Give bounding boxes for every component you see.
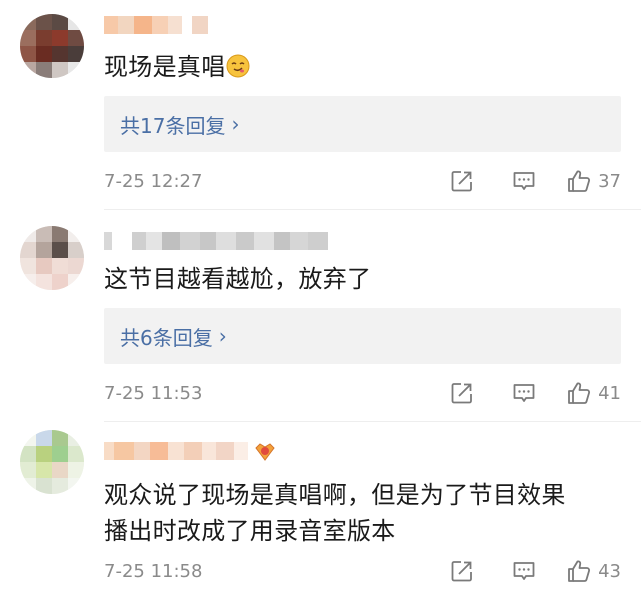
- comment-icon: [513, 384, 535, 402]
- username[interactable]: [104, 16, 208, 34]
- chevron-right-icon: ›: [218, 324, 227, 348]
- comment-item: 现场是真唱 共17条回复 › 7-25 12:27 37: [0, 0, 641, 208]
- smirk-emoji: [226, 54, 249, 78]
- comment-icon: [513, 562, 535, 580]
- comment-text-line-1: 观众说了现场是真唱啊，但是为了节目效果: [104, 481, 566, 509]
- comment-meta: 7-25 11:53 41: [104, 378, 621, 408]
- comment-item: 这节目越看越尬，放弃了 共6条回复 › 7-25 11:53 41: [0, 210, 641, 420]
- replies-label: 共17条回复: [120, 113, 226, 138]
- avatar[interactable]: [20, 226, 84, 290]
- like-button[interactable]: 43: [566, 556, 621, 586]
- like-button[interactable]: 37: [566, 166, 621, 196]
- thumbs-up-icon: [568, 560, 591, 582]
- share-button[interactable]: [442, 378, 482, 408]
- username[interactable]: [104, 232, 328, 250]
- comment-item: 观众说了现场是真唱啊，但是为了节目效果 播出时改成了用录音室版本 7-25 11…: [0, 422, 641, 594]
- reply-button[interactable]: [504, 556, 544, 586]
- replies-label: 共6条回复: [120, 325, 213, 350]
- view-replies-button[interactable]: 共6条回复 ›: [104, 308, 621, 364]
- like-count: 41: [598, 382, 621, 404]
- comment-text: 现场是真唱: [104, 48, 250, 86]
- like-button[interactable]: 41: [566, 378, 621, 408]
- avatar[interactable]: [20, 430, 84, 494]
- share-button[interactable]: [442, 166, 482, 196]
- reply-button[interactable]: [504, 378, 544, 408]
- share-icon: [451, 171, 472, 192]
- share-icon: [451, 383, 472, 404]
- share-icon: [451, 561, 472, 582]
- comment-meta: 7-25 11:58 43: [104, 556, 621, 586]
- like-count: 37: [598, 170, 621, 192]
- chevron-right-icon: ›: [231, 112, 240, 136]
- comment-meta: 7-25 12:27 37: [104, 166, 621, 196]
- vip-badge: [255, 443, 275, 461]
- thumbs-up-icon: [568, 382, 591, 404]
- view-replies-button[interactable]: 共17条回复 ›: [104, 96, 621, 152]
- comment-text: 这节目越看越尬，放弃了: [104, 265, 372, 293]
- comment-text-line-2: 播出时改成了用录音室版本: [104, 517, 396, 545]
- reply-button[interactable]: [504, 166, 544, 196]
- timestamp: 7-25 11:53: [104, 382, 203, 404]
- avatar[interactable]: [20, 14, 84, 78]
- comment-icon: [513, 172, 535, 190]
- timestamp: 7-25 12:27: [104, 170, 203, 192]
- share-button[interactable]: [442, 556, 482, 586]
- like-count: 43: [598, 560, 621, 582]
- thumbs-up-icon: [568, 170, 591, 192]
- timestamp: 7-25 11:58: [104, 560, 203, 582]
- username[interactable]: [104, 442, 248, 460]
